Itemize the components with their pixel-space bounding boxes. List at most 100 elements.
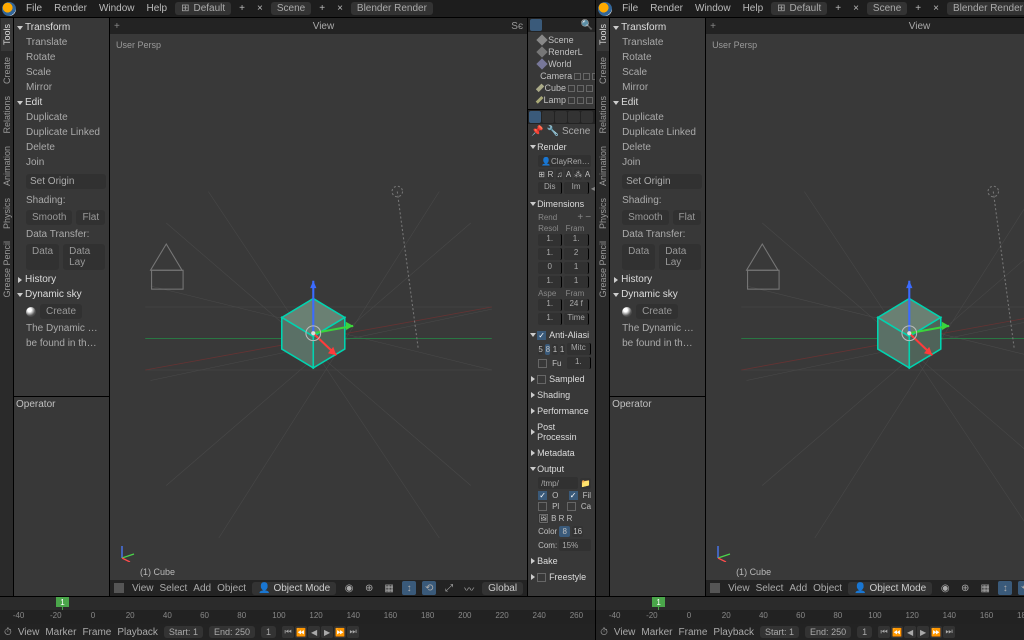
current-frame-field[interactable]: 1 — [261, 626, 276, 638]
preset-remove-icon[interactable]: − — [585, 212, 591, 223]
render-engine-select[interactable]: Blender Render — [947, 2, 1024, 15]
aa-enable-check[interactable]: ✓ — [537, 331, 546, 340]
timeline-track[interactable]: 1 -40-2002040608010012014016018020022024… — [0, 597, 595, 624]
aa-5[interactable]: 5 — [538, 344, 543, 355]
history-header[interactable]: History — [25, 274, 56, 285]
render-image-icon[interactable]: ⊞ — [538, 169, 545, 180]
performance-panel-header[interactable]: Performance — [537, 406, 589, 416]
header-view-menu[interactable]: View — [132, 583, 154, 594]
shading-mode-icon[interactable]: ◉ — [342, 581, 356, 595]
editor-type-icon[interactable] — [114, 583, 124, 593]
header-add-menu[interactable]: Add — [193, 583, 211, 594]
tab-scene-icon[interactable] — [555, 111, 567, 123]
datatransfer-layout[interactable]: Data Lay — [63, 244, 105, 270]
screen-layout-select[interactable]: ⊞Default — [771, 2, 827, 15]
menu-help[interactable]: Help — [737, 3, 770, 14]
res-x[interactable]: 1. — [538, 234, 562, 246]
aa-11[interactable]: 1 — [552, 344, 557, 355]
tl-view-menu[interactable]: View — [18, 627, 40, 638]
header-object-menu[interactable]: Object — [217, 583, 246, 594]
npanel-view-menu[interactable]: View — [313, 21, 335, 32]
op-translate[interactable]: Translate — [16, 35, 107, 50]
icon-a2[interactable]: A — [584, 169, 591, 180]
curve-icon[interactable]: 〰 — [462, 581, 476, 595]
res-y[interactable]: 1. — [538, 248, 562, 260]
aa-full-check[interactable] — [538, 359, 547, 368]
manipulator-rotate-icon[interactable]: ⟲ — [422, 581, 436, 595]
scene-close-button[interactable]: × — [331, 3, 349, 14]
freestyle-panel-header[interactable]: Freestyle — [549, 572, 586, 582]
tab-create[interactable]: Create — [1, 51, 13, 90]
region-toggle[interactable]: + — [114, 21, 120, 32]
icon-misc[interactable]: ⁂ — [574, 169, 582, 180]
menu-window[interactable]: Window — [689, 3, 737, 14]
depth-8[interactable]: 8 — [559, 526, 570, 537]
edit-header[interactable]: Edit — [25, 97, 42, 108]
time-remap[interactable]: Time — [564, 313, 588, 325]
compression-field[interactable]: 15% — [559, 539, 591, 551]
scene-close-button[interactable]: × — [927, 3, 945, 14]
fps[interactable]: 24 f — [564, 299, 588, 311]
outliner-item-cube[interactable]: Cube — [530, 82, 593, 94]
frame-end[interactable]: 2 — [564, 248, 588, 260]
set-origin-button[interactable]: Set Origin — [26, 174, 106, 189]
outliner-item-world[interactable]: World — [530, 58, 593, 70]
scene-select[interactable]: Scene — [271, 2, 311, 15]
frame-start[interactable]: 1. — [564, 234, 588, 246]
shading-panel-header[interactable]: Shading — [537, 390, 570, 400]
menu-help[interactable]: Help — [141, 3, 174, 14]
imageeditor-field[interactable]: Im — [564, 182, 588, 194]
jump-end-icon[interactable]: ⏭ — [347, 626, 359, 638]
layout-close-button[interactable]: × — [251, 3, 269, 14]
layers-icon[interactable]: ▦ — [382, 581, 396, 595]
tab-relations[interactable]: Relations — [1, 90, 13, 140]
tl-frame-menu[interactable]: Frame — [82, 627, 111, 638]
tl-marker-menu[interactable]: Marker — [45, 627, 76, 638]
layout-close-button[interactable]: × — [847, 3, 865, 14]
render-clay-button[interactable]: 👤ClayRen… — [538, 155, 591, 167]
menu-window[interactable]: Window — [93, 3, 141, 14]
outliner-item-renderlayers[interactable]: RenderL — [530, 46, 593, 58]
shading-flat[interactable]: Flat — [76, 210, 105, 225]
key-next-icon[interactable]: ⏩ — [334, 626, 346, 638]
display-field[interactable]: Dis — [538, 182, 562, 194]
format-png-icon[interactable]: 🖼 — [538, 513, 549, 524]
aspect-y[interactable]: 1. — [538, 313, 562, 325]
menu-render[interactable]: Render — [644, 3, 689, 14]
key-prev-icon[interactable]: ⏪ — [295, 626, 307, 638]
tab-greasepencil[interactable]: Grease Pencil — [1, 235, 13, 304]
layout-add-button[interactable]: + — [829, 3, 847, 14]
viewport-region[interactable]: User Persp — [706, 34, 1024, 580]
frame-step[interactable]: 1 — [564, 262, 588, 274]
dimensions-panel-header[interactable]: Dimensions — [537, 199, 584, 209]
menu-file[interactable]: File — [616, 3, 644, 14]
outliner-item-lamp[interactable]: Lamp — [530, 94, 593, 106]
operator-header[interactable]: Operator — [16, 399, 55, 410]
screen-layout-select[interactable]: ⊞Default — [175, 2, 231, 15]
audio-icon[interactable]: ♫ — [556, 169, 563, 180]
menu-file[interactable]: File — [20, 3, 48, 14]
tab-tools[interactable]: Tools — [597, 18, 609, 51]
icon-a1[interactable]: A — [565, 169, 572, 180]
render-panel-header[interactable]: Render — [537, 142, 567, 152]
tab-relations[interactable]: Relations — [597, 90, 609, 140]
browse-icon[interactable]: 📁 — [580, 478, 591, 489]
orientation-select[interactable]: Global — [482, 582, 523, 595]
aspect-x[interactable]: 1. — [538, 299, 562, 311]
viewport-region[interactable]: User Persp — [110, 34, 527, 580]
tab-physics[interactable]: Physics — [1, 192, 13, 235]
tab-physics[interactable]: Physics — [597, 192, 609, 235]
outliner-type-icon[interactable] — [530, 19, 542, 31]
icon-r[interactable]: R — [547, 169, 554, 180]
transform-header[interactable]: Transform — [25, 22, 70, 33]
res-pct[interactable]: 0 — [538, 262, 562, 274]
tab-create[interactable]: Create — [597, 51, 609, 90]
tab-animation[interactable]: Animation — [597, 140, 609, 192]
dynamicsky-header[interactable]: Dynamic sky — [25, 289, 82, 300]
op-mirror[interactable]: Mirror — [16, 80, 107, 95]
play-rev-icon[interactable]: ◀ — [308, 626, 320, 638]
aa-filter[interactable]: Mitc — [567, 343, 591, 355]
search-icon[interactable]: 🔍 — [581, 20, 593, 31]
tab-tools[interactable]: Tools — [1, 18, 13, 51]
aa-panel-header[interactable]: Anti-Aliasi — [549, 330, 589, 340]
